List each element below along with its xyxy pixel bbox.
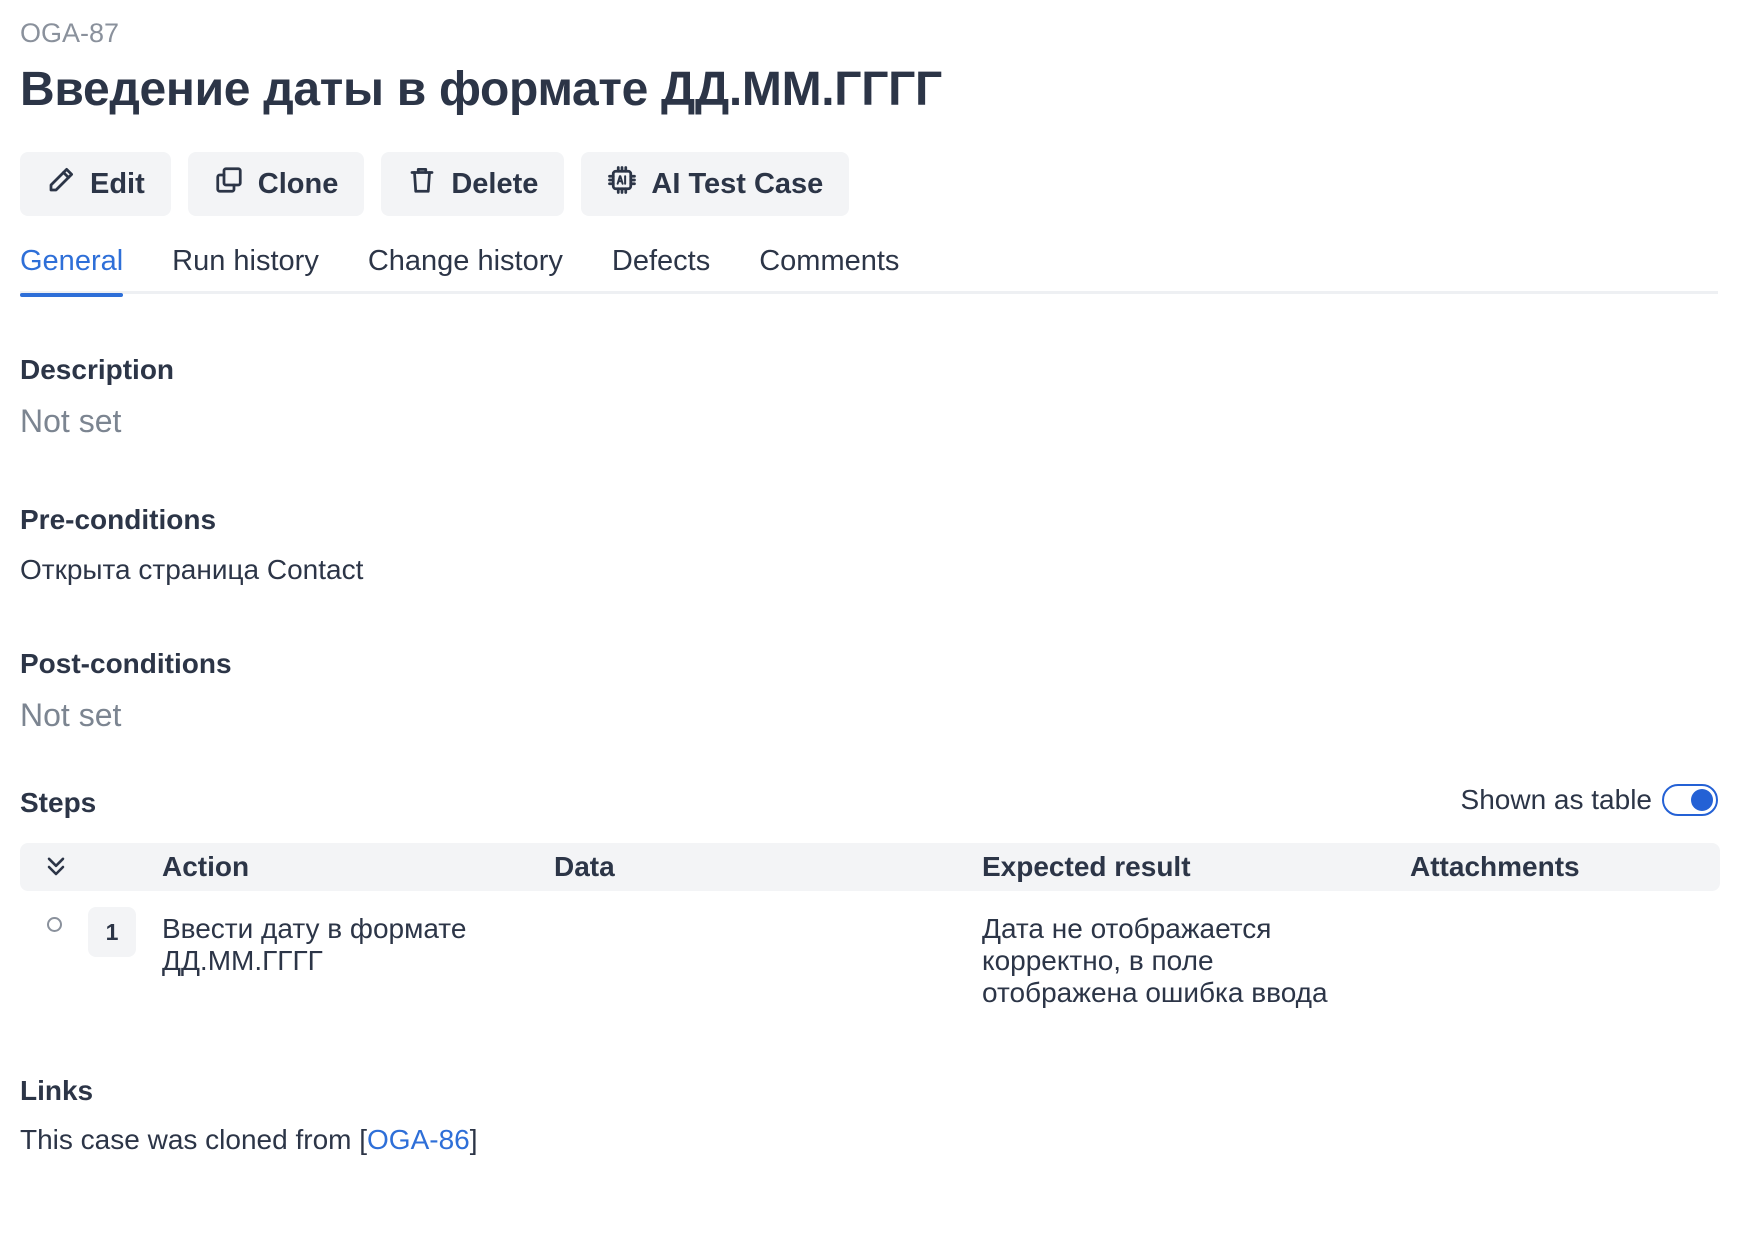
pencil-icon	[46, 165, 76, 203]
step-action-line: ДД.ММ.ГГГГ	[162, 945, 323, 976]
toggle-knob	[1691, 789, 1713, 811]
table-view-toggle[interactable]	[1662, 784, 1718, 816]
column-header-expected-result: Expected result	[982, 851, 1191, 882]
ai-test-case-button-label: AI Test Case	[651, 167, 824, 200]
postconditions-title: Post-conditions	[20, 648, 232, 679]
step-number-badge: 1	[88, 907, 136, 957]
tab-comments[interactable]: Comments	[759, 240, 899, 294]
copy-icon	[214, 165, 244, 203]
steps-title: Steps	[20, 787, 97, 818]
links-text-prefix: This case was cloned from [	[20, 1124, 368, 1155]
step-expected-cell: Дата не отображается корректно, в поле о…	[982, 913, 1328, 1009]
description-value: Not set	[20, 403, 122, 439]
step-expected-line: Дата не отображается	[982, 913, 1272, 944]
clone-button[interactable]: Clone	[187, 152, 365, 216]
clone-button-label: Clone	[257, 167, 339, 200]
step-select-radio[interactable]	[47, 917, 62, 932]
double-chevron-down-icon[interactable]	[42, 853, 70, 881]
postconditions-value: Not set	[20, 697, 122, 733]
tab-run-history[interactable]: Run history	[172, 240, 319, 294]
column-header-data: Data	[554, 851, 615, 882]
links-text-suffix: ]	[469, 1124, 478, 1155]
ai-chip-icon	[607, 165, 637, 203]
delete-button-label: Delete	[451, 167, 539, 200]
step-action-cell: Ввести дату в формате ДД.ММ.ГГГГ	[162, 913, 466, 977]
delete-button[interactable]: Delete	[381, 152, 565, 216]
edit-button-label: Edit	[90, 167, 145, 200]
tab-defects[interactable]: Defects	[612, 240, 710, 294]
page-title: Введение даты в формате ДД.ММ.ГГГГ	[20, 63, 942, 116]
table-view-toggle-label: Shown as table	[1460, 784, 1652, 815]
tab-change-history[interactable]: Change history	[368, 240, 563, 294]
column-header-action: Action	[162, 851, 250, 882]
tab-general[interactable]: General	[20, 240, 124, 297]
table-row: 1 Ввести дату в формате ДД.ММ.ГГГГ Дата …	[20, 891, 1720, 1021]
tab-bar: General Run history Change history Defec…	[20, 240, 1718, 297]
steps-table-header: Action Data Expected result Attachments	[20, 843, 1720, 891]
step-expected-line: отображена ошибка ввода	[982, 977, 1328, 1008]
table-view-toggle-group: Shown as table	[1461, 784, 1718, 816]
trash-icon	[407, 165, 437, 203]
ai-test-case-button[interactable]: AI Test Case	[581, 152, 850, 216]
links-title: Links	[20, 1075, 94, 1106]
steps-table: Action Data Expected result Attachments …	[20, 843, 1720, 1021]
links-text: This case was cloned from [OGA-86]	[20, 1124, 478, 1156]
description-title: Description	[20, 354, 175, 385]
edit-button[interactable]: Edit	[20, 152, 171, 216]
preconditions-title: Pre-conditions	[20, 504, 217, 535]
step-expected-line: корректно, в поле	[982, 945, 1214, 976]
toolbar: Edit Clone Delete AI Test Case	[20, 152, 850, 216]
preconditions-value: Открыта страница Contact	[20, 554, 364, 585]
step-action-line: Ввести дату в формате	[162, 913, 467, 944]
case-id: OGA-87	[20, 18, 120, 48]
cloned-from-link[interactable]: OGA-86	[367, 1124, 470, 1155]
column-header-attachments: Attachments	[1410, 851, 1580, 882]
